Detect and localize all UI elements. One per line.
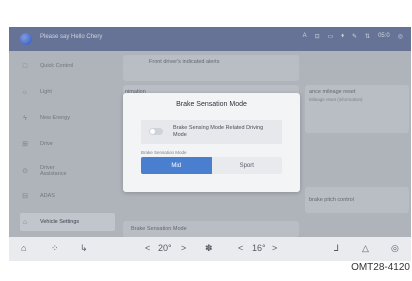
brake-mode-mid-button[interactable]: Mid: [141, 157, 212, 174]
apps-icon[interactable]: ⁘: [51, 243, 59, 254]
left-temperature: 20°: [158, 243, 172, 253]
left-temp-down-button[interactable]: <: [145, 243, 150, 253]
right-temp-down-button[interactable]: <: [238, 243, 243, 253]
left-temp-up-button[interactable]: >: [181, 243, 186, 253]
seat-icon[interactable]: ↳: [80, 243, 88, 254]
brake-sensing-option-row[interactable]: Brake Sensing Mode Related Driving Mode: [141, 120, 282, 144]
power-icon[interactable]: ◎: [391, 243, 399, 254]
brake-sensing-option-label: Brake Sensing Mode Related Driving Mode: [173, 125, 264, 138]
brake-mode-section-label: Brake Sensation Mode: [141, 150, 187, 155]
infotainment-screen: Please say Hello Chery A ⊡ ▭ ⬧ ✎ ⇅ 05:0 …: [9, 27, 411, 261]
brake-sensation-dialog: Brake Sensation Mode Brake Sensing Mode …: [123, 93, 300, 192]
seat-heat-icon[interactable]: ⅃: [334, 243, 339, 254]
brake-sensing-toggle[interactable]: [149, 128, 163, 135]
figure-caption: OMT28-4120: [351, 262, 410, 273]
bottom-climate-bar: ⌂ ⁘ ↳ < 20° > ✽ < 16° > ⅃ △ ◎: [9, 237, 411, 261]
brake-mode-sport-button[interactable]: Sport: [212, 157, 283, 174]
right-temp-up-button[interactable]: >: [272, 243, 277, 253]
brake-mode-segmented-control: Mid Sport: [141, 157, 282, 174]
fan-icon[interactable]: ✽: [205, 243, 213, 254]
dialog-title: Brake Sensation Mode: [176, 101, 247, 108]
right-temperature: 16°: [252, 243, 266, 253]
warning-icon[interactable]: △: [362, 243, 369, 254]
home-icon[interactable]: ⌂: [21, 243, 26, 253]
